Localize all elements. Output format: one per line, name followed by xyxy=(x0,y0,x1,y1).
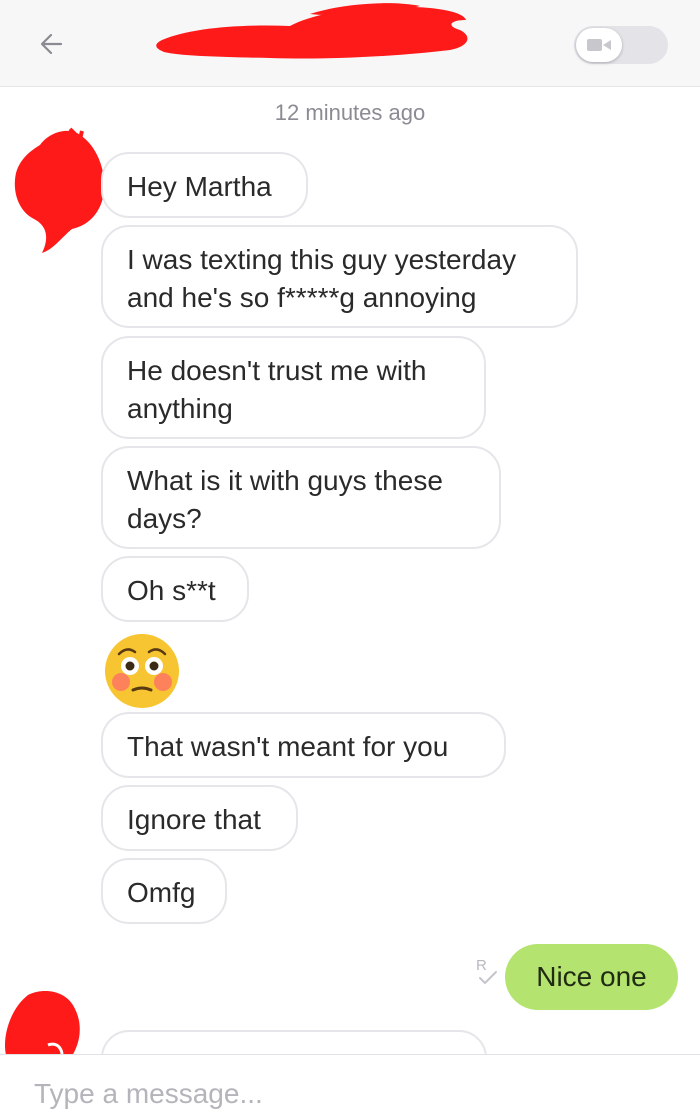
video-camera-icon xyxy=(587,39,611,51)
avatar-redaction xyxy=(14,127,105,253)
message-input[interactable] xyxy=(32,1075,636,1113)
read-receipt-icon: R xyxy=(476,957,497,985)
back-button[interactable] xyxy=(30,22,74,66)
outgoing-message: Nice one xyxy=(505,944,678,1010)
toggle-knob xyxy=(576,28,622,62)
incoming-message: That wasn't meant for you xyxy=(101,712,506,778)
svg-text:R: R xyxy=(476,957,487,974)
video-call-toggle[interactable] xyxy=(574,26,668,64)
chat-header xyxy=(0,0,700,87)
flushed-face-emoji xyxy=(105,634,179,708)
incoming-message: Omfg xyxy=(101,858,227,924)
incoming-message: Oh s**t xyxy=(101,556,249,622)
incoming-message: I was texting this guy yesterday and he'… xyxy=(101,225,578,328)
incoming-message: Ignore that xyxy=(101,785,298,851)
arrow-left-icon xyxy=(40,33,63,55)
incoming-message: What is it with guys these days? xyxy=(101,446,501,549)
message-timestamp: 12 minutes ago xyxy=(274,100,426,125)
contact-name-redaction xyxy=(156,3,468,59)
incoming-message: Hey Martha xyxy=(101,152,308,218)
incoming-message: He doesn't trust me with anything xyxy=(101,336,486,439)
message-composer xyxy=(0,1054,700,1118)
